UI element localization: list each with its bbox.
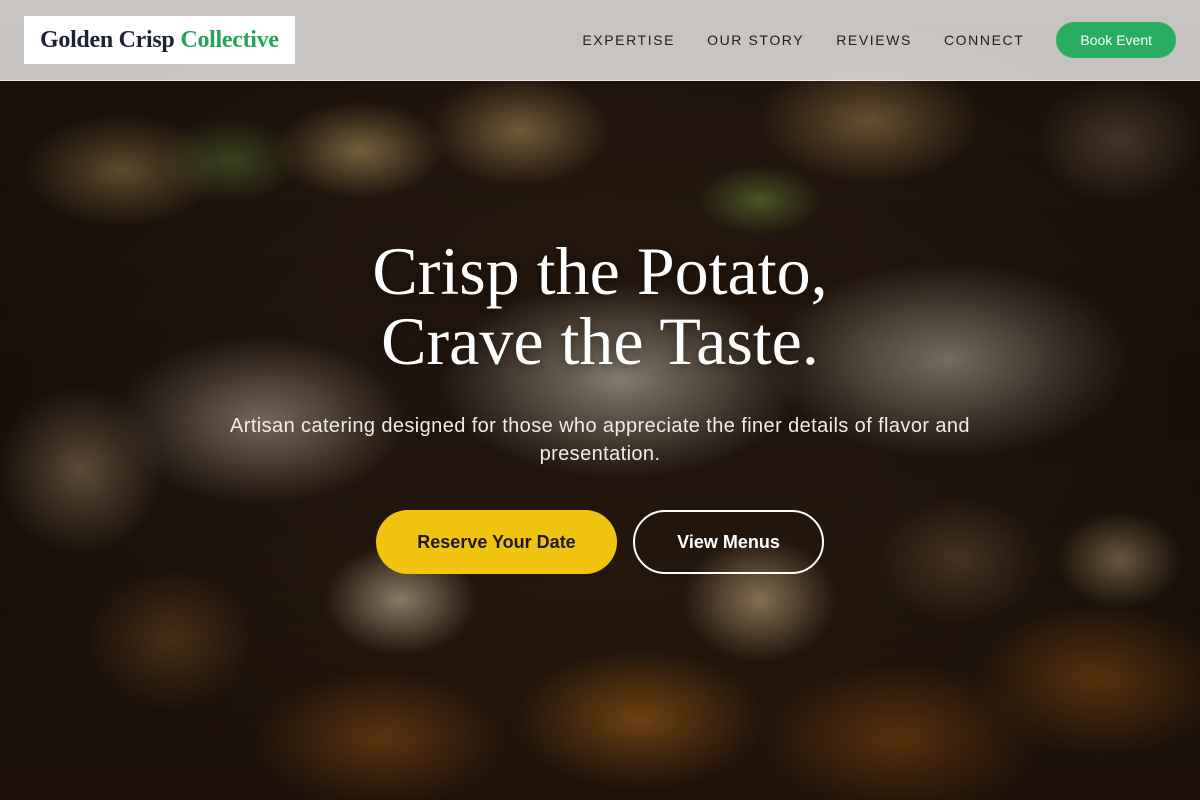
- site-header: Golden Crisp Collective EXPERTISE OUR ST…: [0, 0, 1200, 81]
- hero-content: Crisp the Potato, Crave the Taste. Artis…: [0, 236, 1200, 574]
- view-menus-button[interactable]: View Menus: [633, 510, 824, 574]
- hero-headline: Crisp the Potato, Crave the Taste.: [0, 236, 1200, 376]
- nav-link-expertise[interactable]: EXPERTISE: [582, 32, 675, 48]
- reserve-date-button[interactable]: Reserve Your Date: [376, 510, 617, 574]
- book-event-button[interactable]: Book Event: [1056, 22, 1176, 58]
- hero-headline-line-2: Crave the Taste.: [381, 303, 819, 379]
- hero-actions: Reserve Your Date View Menus: [0, 510, 1200, 574]
- main-nav: EXPERTISE OUR STORY REVIEWS CONNECT Book…: [582, 22, 1176, 58]
- hero-subtext: Artisan catering designed for those who …: [230, 415, 970, 465]
- nav-link-reviews[interactable]: REVIEWS: [836, 32, 912, 48]
- nav-link-our-story[interactable]: OUR STORY: [707, 32, 804, 48]
- logo-text-primary: Golden Crisp: [40, 26, 175, 53]
- nav-link-connect[interactable]: CONNECT: [944, 32, 1024, 48]
- logo-text-accent: Collective: [180, 26, 279, 53]
- site-logo[interactable]: Golden Crisp Collective: [24, 16, 295, 64]
- hero-headline-line-1: Crisp the Potato,: [372, 233, 828, 309]
